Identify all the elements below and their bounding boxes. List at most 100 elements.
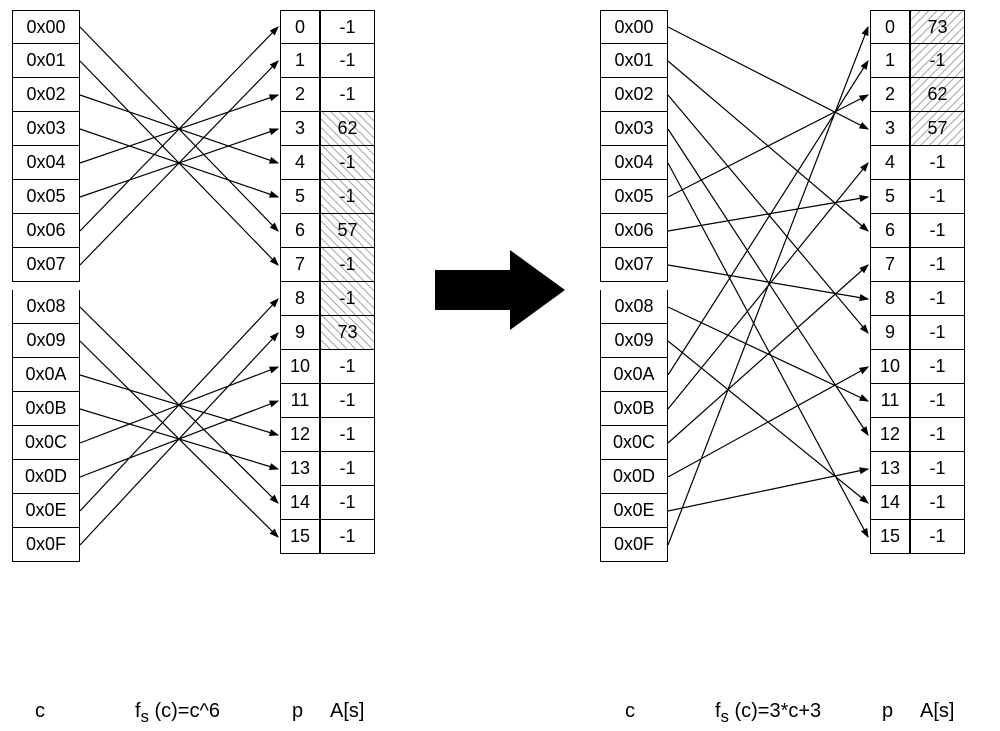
- table-cell: 0x06: [600, 214, 668, 248]
- table-cell: 11: [870, 384, 910, 418]
- table-cell: -1: [320, 146, 375, 180]
- table-cell: -1: [320, 10, 375, 44]
- table-cell: 0x02: [12, 78, 80, 112]
- table-cell: -1: [320, 180, 375, 214]
- table-cell: -1: [320, 486, 375, 520]
- table-cell: 6: [280, 214, 320, 248]
- table-cell: 0x03: [600, 112, 668, 146]
- table-cell: -1: [320, 520, 375, 554]
- table-cell: 9: [870, 316, 910, 350]
- table-cell: 0x0E: [12, 494, 80, 528]
- left-c-column: 0x000x010x020x030x040x050x060x07 0x080x09…: [12, 10, 80, 562]
- table-cell: -1: [910, 486, 965, 520]
- table-cell: 0x01: [600, 44, 668, 78]
- table-cell: 73: [910, 10, 965, 44]
- table-cell: 0x0F: [12, 528, 80, 562]
- diagram-root: 0x000x010x020x030x040x050x060x070x080x09…: [0, 0, 1000, 731]
- table-cell: 0x0C: [12, 426, 80, 460]
- table-cell: 0x0D: [12, 460, 80, 494]
- table-cell: 0x09: [600, 324, 668, 358]
- table-cell: 0x0C: [600, 426, 668, 460]
- label-func-right: fs (c)=3*c+3: [715, 700, 821, 727]
- table-cell: -1: [910, 180, 965, 214]
- table-cell: 0x0A: [600, 358, 668, 392]
- table-cell: 10: [870, 350, 910, 384]
- table-cell: -1: [910, 316, 965, 350]
- table-cell: 1: [280, 44, 320, 78]
- table-cell: -1: [320, 282, 375, 316]
- table-cell: -1: [910, 282, 965, 316]
- label-p-right: p: [882, 700, 893, 723]
- table-cell: 12: [280, 418, 320, 452]
- table-cell: 1: [870, 44, 910, 78]
- table-cell: -1: [320, 384, 375, 418]
- table-cell: 12: [870, 418, 910, 452]
- table-cell: -1: [320, 350, 375, 384]
- table-cell: 10: [280, 350, 320, 384]
- table-cell: 5: [870, 180, 910, 214]
- label-p-left: p: [292, 700, 303, 723]
- table-cell: 5: [280, 180, 320, 214]
- table-cell: 0x01: [12, 44, 80, 78]
- table-cell: 57: [320, 214, 375, 248]
- left-a-column: -1-1-162-1-157-1-173-1-1-1-1-1-1: [320, 10, 375, 554]
- func-text-right: fs (c)=3*c+3: [715, 700, 821, 722]
- table-cell: 0x04: [12, 146, 80, 180]
- table-cell: -1: [320, 78, 375, 112]
- table-cell: 0x02: [600, 78, 668, 112]
- table-cell: 15: [870, 520, 910, 554]
- table-cell: 2: [870, 78, 910, 112]
- table-cell: 0x05: [600, 180, 668, 214]
- table-cell: 4: [870, 146, 910, 180]
- table-cell: 0: [870, 10, 910, 44]
- table-cell: 0x06: [12, 214, 80, 248]
- table-cell: 6: [870, 214, 910, 248]
- table-cell: -1: [320, 248, 375, 282]
- table-cell: 11: [280, 384, 320, 418]
- table-cell: 0x00: [12, 10, 80, 44]
- transform-arrow-icon: [435, 245, 565, 335]
- label-a-left: A[s]: [330, 700, 364, 723]
- table-cell: 3: [280, 112, 320, 146]
- left-mapping-lines: [0, 0, 1000, 731]
- table-cell: 13: [280, 452, 320, 486]
- right-p-column: 0123456789101112131415: [870, 10, 910, 554]
- table-cell: -1: [320, 44, 375, 78]
- table-cell: 14: [870, 486, 910, 520]
- table-cell: 7: [280, 248, 320, 282]
- table-cell: 0x04: [600, 146, 668, 180]
- table-cell: -1: [910, 384, 965, 418]
- table-cell: 62: [910, 78, 965, 112]
- table-cell: -1: [910, 520, 965, 554]
- table-cell: -1: [910, 248, 965, 282]
- table-cell: 4: [280, 146, 320, 180]
- table-cell: 15: [280, 520, 320, 554]
- table-cell: 0x05: [12, 180, 80, 214]
- left-p-column: 0123456789101112131415: [280, 10, 320, 554]
- table-cell: 13: [870, 452, 910, 486]
- table-cell: 14: [280, 486, 320, 520]
- table-cell: -1: [910, 44, 965, 78]
- table-cell: -1: [320, 452, 375, 486]
- table-cell: 0x03: [12, 112, 80, 146]
- table-cell: 0x0B: [600, 392, 668, 426]
- func-text-left: fs (c)=c^6: [135, 700, 220, 722]
- table-cell: 7: [870, 248, 910, 282]
- table-cell: 0x0F: [600, 528, 668, 562]
- table-cell: 73: [320, 316, 375, 350]
- table-cell: 0x09: [12, 324, 80, 358]
- table-cell: 2: [280, 78, 320, 112]
- table-cell: -1: [910, 214, 965, 248]
- label-func-left: fs (c)=c^6: [135, 700, 220, 727]
- table-cell: 0x0E: [600, 494, 668, 528]
- table-cell: 0: [280, 10, 320, 44]
- table-cell: -1: [910, 350, 965, 384]
- table-cell: 0x07: [12, 248, 80, 282]
- table-cell: 3: [870, 112, 910, 146]
- table-cell: 0x0D: [600, 460, 668, 494]
- right-c-column: 0x000x010x020x030x040x050x060x070x080x09…: [600, 10, 668, 562]
- table-cell: 62: [320, 112, 375, 146]
- table-cell: 0x07: [600, 248, 668, 282]
- table-cell: 0x08: [12, 290, 80, 324]
- table-cell: 0x00: [600, 10, 668, 44]
